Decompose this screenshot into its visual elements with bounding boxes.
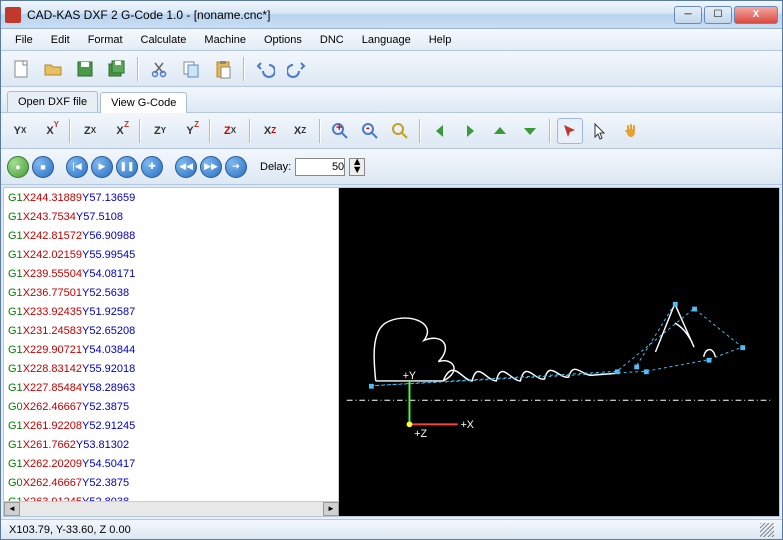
view-toolbar: YX XY ZX XZ ZY YZ ZX XZ XZ + -	[1, 113, 782, 149]
gcode-line[interactable]: G1X228.83142Y55.92018	[4, 359, 338, 378]
pan-up-button[interactable]	[487, 118, 513, 144]
axis-z-label: +Z	[414, 428, 427, 440]
gcode-line[interactable]: G1X243.7534Y57.5108	[4, 207, 338, 226]
zoom-fit-button[interactable]	[387, 118, 413, 144]
gcode-line[interactable]: G1X261.7662Y53.81302	[4, 435, 338, 454]
gcode-line[interactable]: G0X262.46667Y52.3875	[4, 397, 338, 416]
menu-machine[interactable]: Machine	[196, 32, 254, 48]
tab-strip: Open DXF file View G-Code	[1, 87, 782, 113]
axis-iso1-button[interactable]: ZX	[217, 118, 243, 144]
menu-options[interactable]: Options	[256, 32, 310, 48]
gcode-line[interactable]: G1X231.24583Y52.65208	[4, 321, 338, 340]
pan-left-button[interactable]	[427, 118, 453, 144]
axis-yx-button[interactable]: YX	[7, 118, 33, 144]
menu-calculate[interactable]: Calculate	[133, 32, 195, 48]
preview-canvas[interactable]: +Y +X +Z	[339, 188, 779, 516]
menu-help[interactable]: Help	[421, 32, 460, 48]
save-all-button[interactable]	[103, 55, 131, 83]
gcode-line[interactable]: G1X244.31889Y57.13659	[4, 188, 338, 207]
gcode-line[interactable]: G1X236.77501Y52.5638	[4, 283, 338, 302]
tab-view-gcode[interactable]: View G-Code	[100, 92, 187, 113]
copy-button[interactable]	[177, 55, 205, 83]
select-tool-button[interactable]	[557, 118, 583, 144]
skip-start-button[interactable]: |◀	[66, 156, 88, 178]
step-button[interactable]: ✚	[141, 156, 163, 178]
svg-text:-: -	[366, 122, 370, 134]
gcode-line[interactable]: G0X262.46667Y52.3875	[4, 473, 338, 492]
gcode-line[interactable]: G1X263.91245Y52.8038	[4, 492, 338, 501]
delay-label: Delay:	[260, 161, 291, 173]
axis-zy-button[interactable]: ZY	[147, 118, 173, 144]
stop-button[interactable]: ■	[32, 156, 54, 178]
gcode-line[interactable]: G1X242.02159Y55.99545	[4, 245, 338, 264]
axis-xz2-button[interactable]: XZ	[257, 118, 283, 144]
axis-xy-button[interactable]: XY	[37, 118, 63, 144]
gcode-line[interactable]: G1X239.55504Y54.08171	[4, 264, 338, 283]
redo-button[interactable]	[283, 55, 311, 83]
menu-language[interactable]: Language	[354, 32, 419, 48]
gcode-line[interactable]: G1X229.90721Y54.03844	[4, 340, 338, 359]
playback-toolbar: ● ■ |◀ ▶ ❚❚ ✚ ◀◀ ▶▶ ➔ Delay: ▲▼	[1, 149, 782, 185]
axis-xz-button[interactable]: XZ	[107, 118, 133, 144]
maximize-button[interactable]: ☐	[704, 6, 732, 24]
next-button[interactable]: ▶▶	[200, 156, 222, 178]
resize-grip-icon[interactable]	[760, 523, 774, 537]
menu-edit[interactable]: Edit	[43, 32, 78, 48]
menubar: File Edit Format Calculate Machine Optio…	[1, 29, 782, 51]
menu-format[interactable]: Format	[80, 32, 131, 48]
gcode-list[interactable]: G1X244.31889Y57.13659G1X243.7534Y57.5108…	[4, 188, 339, 501]
gcode-line[interactable]: G1X233.92435Y51.92587	[4, 302, 338, 321]
minimize-button[interactable]: ─	[674, 6, 702, 24]
paste-button[interactable]	[209, 55, 237, 83]
gcode-line[interactable]: G1X227.85484Y58.28963	[4, 378, 338, 397]
axis-yz-button[interactable]: YZ	[177, 118, 203, 144]
statusbar: X103.79, Y-33.60, Z 0.00	[1, 519, 782, 539]
pause-button[interactable]: ❚❚	[116, 156, 138, 178]
window-title: CAD-KAS DXF 2 G-Code 1.0 - [noname.cnc*]	[27, 8, 674, 22]
new-file-button[interactable]	[7, 55, 35, 83]
pan-tool-button[interactable]	[617, 118, 643, 144]
gcode-line[interactable]: G1X242.81572Y56.90988	[4, 226, 338, 245]
cut-button[interactable]	[145, 55, 173, 83]
cursor-tool-button[interactable]	[587, 118, 613, 144]
selection-path	[371, 304, 742, 386]
delay-spinner[interactable]: ▲▼	[349, 158, 365, 176]
toolpath-drawing	[374, 304, 715, 381]
menu-file[interactable]: File	[7, 32, 41, 48]
axis-xz3-button[interactable]: XZ	[287, 118, 313, 144]
zoom-in-button[interactable]: +	[327, 118, 353, 144]
gcode-line[interactable]: G1X262.20209Y54.50417	[4, 454, 338, 473]
content-area: G1X244.31889Y57.13659G1X243.7534Y57.5108…	[3, 187, 780, 517]
scroll-left-icon[interactable]: ◄	[4, 502, 20, 516]
play-button[interactable]: ▶	[91, 156, 113, 178]
save-button[interactable]	[71, 55, 99, 83]
axis-y-label: +Y	[403, 370, 416, 382]
hscrollbar[interactable]: ◄ ►	[4, 501, 339, 516]
titlebar: CAD-KAS DXF 2 G-Code 1.0 - [noname.cnc*]…	[1, 1, 782, 29]
zoom-out-button[interactable]: -	[357, 118, 383, 144]
close-button[interactable]: X	[734, 6, 778, 24]
tab-open-dxf[interactable]: Open DXF file	[7, 91, 98, 112]
pan-down-button[interactable]	[517, 118, 543, 144]
delay-input[interactable]	[295, 158, 345, 176]
prev-button[interactable]: ◀◀	[175, 156, 197, 178]
status-coordinates: X103.79, Y-33.60, Z 0.00	[9, 524, 131, 536]
svg-text:+: +	[336, 122, 342, 134]
menu-dnc[interactable]: DNC	[312, 32, 352, 48]
record-button[interactable]: ●	[7, 156, 29, 178]
undo-button[interactable]	[251, 55, 279, 83]
main-toolbar	[1, 51, 782, 87]
scroll-right-icon[interactable]: ►	[323, 502, 339, 516]
skip-end-button[interactable]: ➔	[225, 156, 247, 178]
app-icon	[5, 7, 21, 23]
axis-x-label: +X	[461, 419, 474, 431]
open-file-button[interactable]	[39, 55, 67, 83]
gcode-line[interactable]: G1X261.92208Y52.91245	[4, 416, 338, 435]
axis-zx-button[interactable]: ZX	[77, 118, 103, 144]
pan-right-button[interactable]	[457, 118, 483, 144]
